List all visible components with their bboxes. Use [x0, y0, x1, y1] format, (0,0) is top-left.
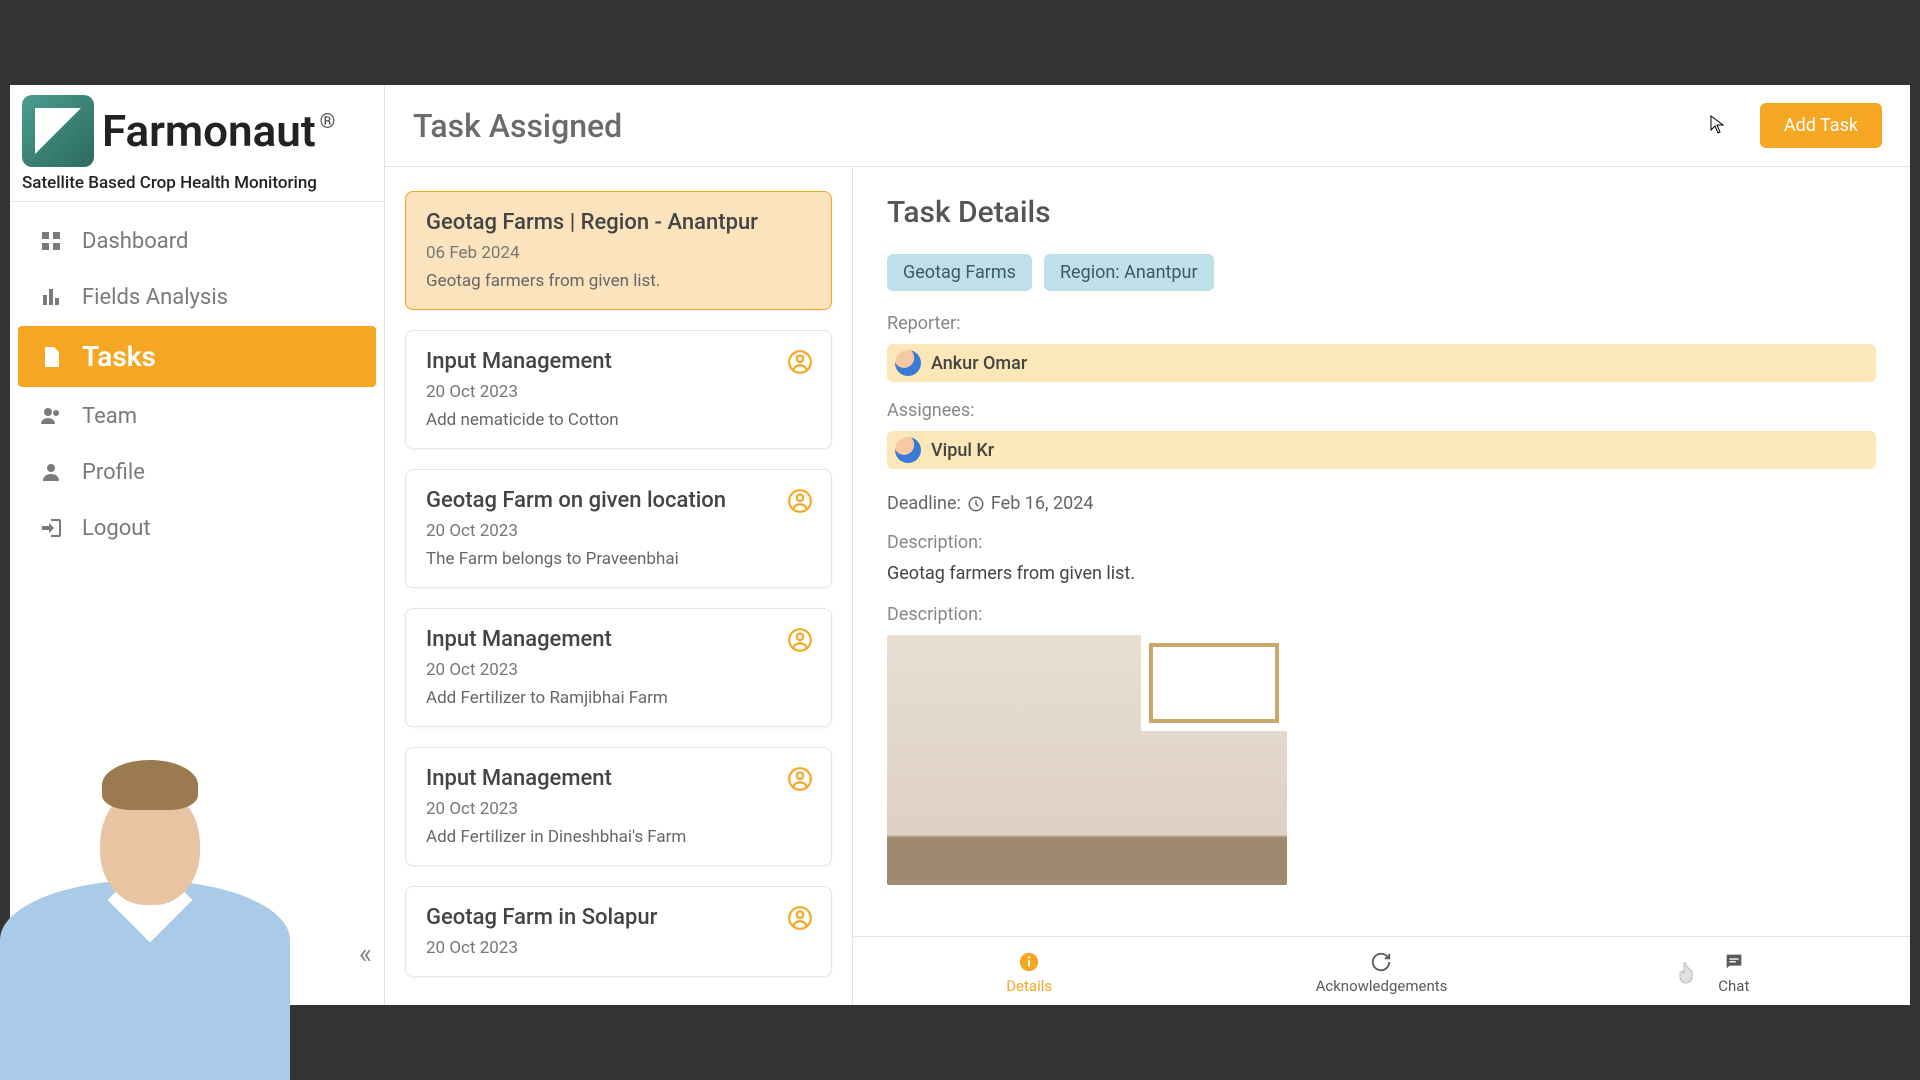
tab-details[interactable]: Details: [853, 937, 1205, 1005]
person-circle-icon: [787, 766, 813, 792]
tag-chips: Geotag Farms Region: Anantpur: [887, 254, 1876, 291]
assignees-label: Assignees:: [887, 400, 1876, 421]
document-icon: [38, 344, 64, 370]
nav-dashboard-label: Dashboard: [82, 229, 188, 254]
task-card[interactable]: Input Management 20 Oct 2023 Add Fertilize…: [405, 608, 832, 727]
window-top-bar: [0, 0, 1920, 85]
task-card-date: 20 Oct 2023: [426, 521, 811, 541]
profile-icon: [38, 459, 64, 485]
nav-team-label: Team: [82, 404, 137, 429]
task-list[interactable]: Geotag Farms | Region - Anantpur 06 Feb 2…: [385, 167, 853, 1005]
tab-acknowledgements[interactable]: Acknowledgements: [1205, 937, 1557, 1005]
nav-fields-label: Fields Analysis: [82, 285, 228, 310]
content: Task Assigned Add Task Geotag Farms | Re…: [385, 85, 1910, 1005]
chat-icon: [1723, 951, 1745, 973]
assignee-chip[interactable]: Vipul Kr: [887, 431, 1876, 469]
brand-name-text: Farmonaut: [102, 105, 316, 157]
task-card[interactable]: Geotag Farm in Solapur 20 Oct 2023: [405, 886, 832, 977]
deadline-value: Feb 16, 2024: [991, 493, 1094, 514]
nav-profile[interactable]: Profile: [18, 445, 376, 499]
deadline-label: Deadline:: [887, 493, 961, 514]
task-card-title: Geotag Farms | Region - Anantpur: [426, 210, 811, 235]
nav-team[interactable]: Team: [18, 389, 376, 443]
description-text: Geotag farmers from given list.: [887, 563, 1876, 584]
details-heading: Task Details: [887, 195, 1876, 230]
page-title: Task Assigned: [413, 107, 622, 145]
task-card-title: Input Management: [426, 349, 811, 374]
logo-block: Farmonaut® Satellite Based Crop Health M…: [10, 85, 384, 202]
reporter-name: Ankur Omar: [931, 353, 1027, 374]
dashboard-icon: [38, 228, 64, 254]
task-card-date: 20 Oct 2023: [426, 660, 811, 680]
description-label: Description:: [887, 532, 1876, 553]
task-card-date: 20 Oct 2023: [426, 938, 811, 958]
task-card-desc: Add nematicide to Cotton: [426, 410, 811, 430]
task-card[interactable]: Input Management 20 Oct 2023 Add Fertilize…: [405, 747, 832, 866]
chart-icon: [38, 284, 64, 310]
tab-chat-label: Chat: [1718, 977, 1749, 995]
team-icon: [38, 403, 64, 429]
page-header: Task Assigned Add Task: [385, 85, 1910, 167]
avatar-icon: [895, 437, 921, 463]
app-frame: Farmonaut® Satellite Based Crop Health M…: [10, 85, 1910, 1005]
person-circle-icon: [787, 627, 813, 653]
nav-profile-label: Profile: [82, 460, 145, 485]
nav-dashboard[interactable]: Dashboard: [18, 214, 376, 268]
sidebar: Farmonaut® Satellite Based Crop Health M…: [10, 85, 385, 1005]
tab-chat[interactable]: Chat: [1558, 937, 1910, 1005]
registered-mark: ®: [320, 109, 336, 133]
brand-name: Farmonaut®: [102, 105, 331, 157]
cursor-icon: [1710, 115, 1724, 135]
task-card-date: 06 Feb 2024: [426, 243, 811, 263]
logo-icon: [22, 95, 94, 167]
nav: Dashboard Fields Analysis Tasks Team Pro…: [10, 202, 384, 567]
person-circle-icon: [787, 349, 813, 375]
tag-chip[interactable]: Geotag Farms: [887, 254, 1032, 291]
task-card-title: Input Management: [426, 766, 811, 791]
clock-icon: [967, 495, 985, 513]
task-card[interactable]: Geotag Farms | Region - Anantpur 06 Feb 2…: [405, 191, 832, 310]
deadline-row: Deadline: Feb 16, 2024: [887, 493, 1876, 514]
nav-tasks-label: Tasks: [82, 340, 156, 373]
pointer-icon: [1677, 961, 1695, 985]
attachment-image[interactable]: [887, 635, 1287, 885]
task-card-date: 20 Oct 2023: [426, 382, 811, 402]
nav-logout[interactable]: Logout: [18, 501, 376, 555]
person-circle-icon: [787, 488, 813, 514]
task-card[interactable]: Geotag Farm on given location 20 Oct 2023…: [405, 469, 832, 588]
body: Geotag Farms | Region - Anantpur 06 Feb 2…: [385, 167, 1910, 1005]
avatar-icon: [895, 350, 921, 376]
assignee-name: Vipul Kr: [931, 440, 994, 461]
detail-tabs: Details Acknowledgements Chat: [853, 936, 1910, 1005]
logout-icon: [38, 515, 64, 541]
tag-chip[interactable]: Region: Anantpur: [1044, 254, 1214, 291]
task-card-title: Geotag Farm in Solapur: [426, 905, 811, 930]
tab-details-label: Details: [1006, 977, 1052, 995]
task-card-title: Geotag Farm on given location: [426, 488, 811, 513]
brand-tagline: Satellite Based Crop Health Monitoring: [22, 173, 372, 193]
nav-fields-analysis[interactable]: Fields Analysis: [18, 270, 376, 324]
task-details-pane: Task Details Geotag Farms Region: Anantpu…: [853, 167, 1910, 1005]
task-card[interactable]: Input Management 20 Oct 2023 Add nematicid…: [405, 330, 832, 449]
nav-tasks[interactable]: Tasks: [18, 326, 376, 387]
task-card-desc: Geotag farmers from given list.: [426, 271, 811, 291]
attachment-label: Description:: [887, 604, 1876, 625]
person-circle-icon: [787, 905, 813, 931]
tab-ack-label: Acknowledgements: [1316, 977, 1448, 995]
task-card-desc: The Farm belongs to Praveenbhai: [426, 549, 811, 569]
refresh-icon: [1370, 951, 1392, 973]
task-card-title: Input Management: [426, 627, 811, 652]
window-bottom-bar: [0, 1005, 1920, 1080]
add-task-button[interactable]: Add Task: [1760, 103, 1882, 148]
nav-logout-label: Logout: [82, 516, 151, 541]
reporter-label: Reporter:: [887, 313, 1876, 334]
task-card-desc: Add Fertilizer to Ramjibhai Farm: [426, 688, 811, 708]
info-icon: [1018, 951, 1040, 973]
reporter-chip[interactable]: Ankur Omar: [887, 344, 1876, 382]
task-card-date: 20 Oct 2023: [426, 799, 811, 819]
sidebar-collapse-button[interactable]: «: [359, 937, 372, 970]
task-card-desc: Add Fertilizer in Dineshbhai's Farm: [426, 827, 811, 847]
